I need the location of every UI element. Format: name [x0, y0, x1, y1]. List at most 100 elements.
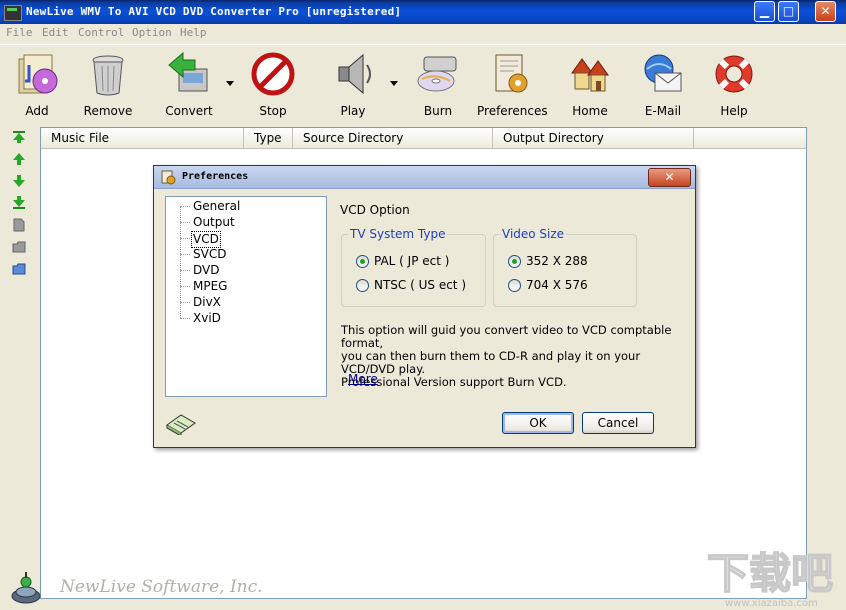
menu-option[interactable]: Option — [132, 26, 172, 39]
lifebuoy-icon — [715, 55, 753, 93]
email-button[interactable]: E-Mail — [630, 49, 696, 123]
remove-button[interactable]: Remove — [75, 49, 141, 123]
tree-item-general[interactable]: General — [191, 199, 242, 214]
column-output-directory[interactable]: Output Directory — [493, 128, 694, 148]
column-source-directory[interactable]: Source Directory — [293, 128, 493, 148]
tree-item-svcd[interactable]: SVCD — [191, 247, 228, 262]
tree-line — [180, 270, 190, 271]
stop-button[interactable]: Stop — [240, 49, 306, 123]
pal-radio[interactable] — [356, 255, 369, 268]
window-title: NewLive WMV To AVI VCD DVD Converter Pro… — [26, 5, 402, 18]
dialog-close-button[interactable]: ✕ — [648, 168, 691, 187]
play-label: Play — [340, 104, 366, 118]
ok-button[interactable]: OK — [502, 412, 574, 434]
preferences-dialog: Preferences ✕ General Output VCD SVCD DV… — [153, 165, 696, 448]
menu-help[interactable]: Help — [180, 26, 207, 39]
app-icon — [4, 5, 22, 21]
column-music-file[interactable]: Music File — [41, 128, 244, 148]
add-files-icon — [18, 54, 58, 94]
title-bar: NewLive WMV To AVI VCD DVD Converter Pro… — [0, 0, 846, 24]
svg-text:下载吧: 下载吧 — [707, 549, 833, 598]
video-size-title: Video Size — [500, 227, 567, 241]
more-link[interactable]: More — [348, 372, 378, 386]
minimize-button[interactable]: ▁ — [754, 1, 775, 22]
help-button[interactable]: Help — [701, 49, 767, 123]
section-title: VCD Option — [340, 203, 410, 217]
tv-system-group: TV System Type PAL ( JP ect ) NTSC ( US … — [341, 227, 486, 307]
tree-line — [180, 318, 190, 319]
move-up-icon[interactable] — [12, 152, 26, 166]
folder-icon[interactable] — [12, 240, 26, 254]
add-label: Add — [25, 104, 49, 118]
home-icon — [571, 58, 609, 92]
column-type[interactable]: Type — [244, 128, 293, 148]
menu-file[interactable]: File — [6, 26, 33, 39]
add-button[interactable]: Add — [4, 49, 70, 123]
toolbar: Add Remove Convert Stop Play Burn Prefer… — [0, 44, 846, 125]
convert-icon — [168, 51, 208, 92]
dialog-title: Preferences — [182, 171, 249, 182]
tree-line — [180, 254, 190, 255]
tree-line — [180, 302, 190, 303]
email-label: E-Mail — [644, 104, 682, 118]
move-down-icon[interactable] — [12, 174, 26, 188]
tree-line — [180, 286, 190, 287]
convert-dropdown-icon[interactable] — [226, 81, 234, 86]
trash-icon — [92, 55, 124, 96]
open-folder-icon[interactable] — [12, 262, 26, 276]
tree-item-xvid[interactable]: XviD — [191, 311, 223, 326]
tree-item-divx[interactable]: DivX — [191, 295, 223, 310]
video-size-group: Video Size 352 X 288 704 X 576 — [493, 227, 637, 307]
email-icon — [644, 54, 682, 92]
tree-item-vcd[interactable]: VCD — [191, 231, 221, 248]
pal-label: PAL ( JP ect ) — [374, 254, 450, 268]
home-label: Home — [572, 104, 608, 118]
help-label: Help — [720, 104, 748, 118]
vcd-description: This option will guid you convert video … — [341, 324, 681, 389]
move-top-icon[interactable] — [12, 130, 26, 144]
stop-icon — [251, 52, 295, 96]
description-line: This option will guid you convert video … — [341, 323, 672, 350]
company-name: NewLive Software, Inc. — [60, 577, 263, 597]
settings-tree: General Output VCD SVCD DVD MPEG DivX Xv… — [165, 196, 327, 397]
convert-button[interactable]: Convert — [156, 49, 222, 123]
remove-label: Remove — [83, 104, 133, 118]
tree-item-output[interactable]: Output — [191, 215, 237, 230]
dialog-title-bar: Preferences ✕ — [154, 166, 695, 189]
size-704-radio[interactable] — [508, 279, 521, 292]
burn-button[interactable]: Burn — [405, 49, 471, 123]
dialog-app-icon — [161, 170, 176, 185]
speaker-icon — [338, 53, 371, 95]
play-dropdown-icon[interactable] — [390, 81, 398, 86]
description-line: Professional Version support Burn VCD. — [341, 375, 567, 389]
ntsc-label: NTSC ( US ect ) — [374, 278, 467, 292]
burn-label: Burn — [423, 104, 453, 118]
move-bottom-icon[interactable] — [12, 196, 26, 210]
list-header: Music File Type Source Directory Output … — [41, 128, 806, 149]
newlive-logo-icon — [11, 572, 41, 604]
tree-item-mpeg[interactable]: MPEG — [191, 279, 229, 294]
tree-item-dvd[interactable]: DVD — [191, 263, 221, 278]
size-352-radio[interactable] — [508, 255, 521, 268]
ntsc-radio[interactable] — [356, 279, 369, 292]
stop-label: Stop — [259, 104, 287, 118]
menu-edit[interactable]: Edit — [42, 26, 69, 39]
play-button[interactable]: Play — [320, 49, 386, 123]
preferences-icon — [495, 54, 528, 93]
cancel-button[interactable]: Cancel — [582, 412, 654, 434]
svg-text:www.xiazaiba.com: www.xiazaiba.com — [725, 598, 818, 609]
maximize-button[interactable]: □ — [778, 1, 799, 22]
description-line: you can then burn them to CD-R and play … — [341, 349, 641, 376]
tv-system-title: TV System Type — [348, 227, 448, 241]
menu-bar: File Edit Control Option Help — [0, 24, 846, 44]
size-704-label: 704 X 576 — [526, 278, 588, 292]
close-button[interactable]: ✕ — [815, 1, 836, 22]
home-button[interactable]: Home — [557, 49, 623, 123]
tree-line — [180, 206, 190, 207]
menu-control[interactable]: Control — [78, 26, 124, 39]
file-icon[interactable] — [12, 218, 26, 232]
preferences-label: Preferences — [477, 104, 548, 118]
preferences-button[interactable]: Preferences — [477, 49, 548, 123]
convert-label: Convert — [165, 104, 213, 118]
column-filler — [694, 128, 806, 148]
